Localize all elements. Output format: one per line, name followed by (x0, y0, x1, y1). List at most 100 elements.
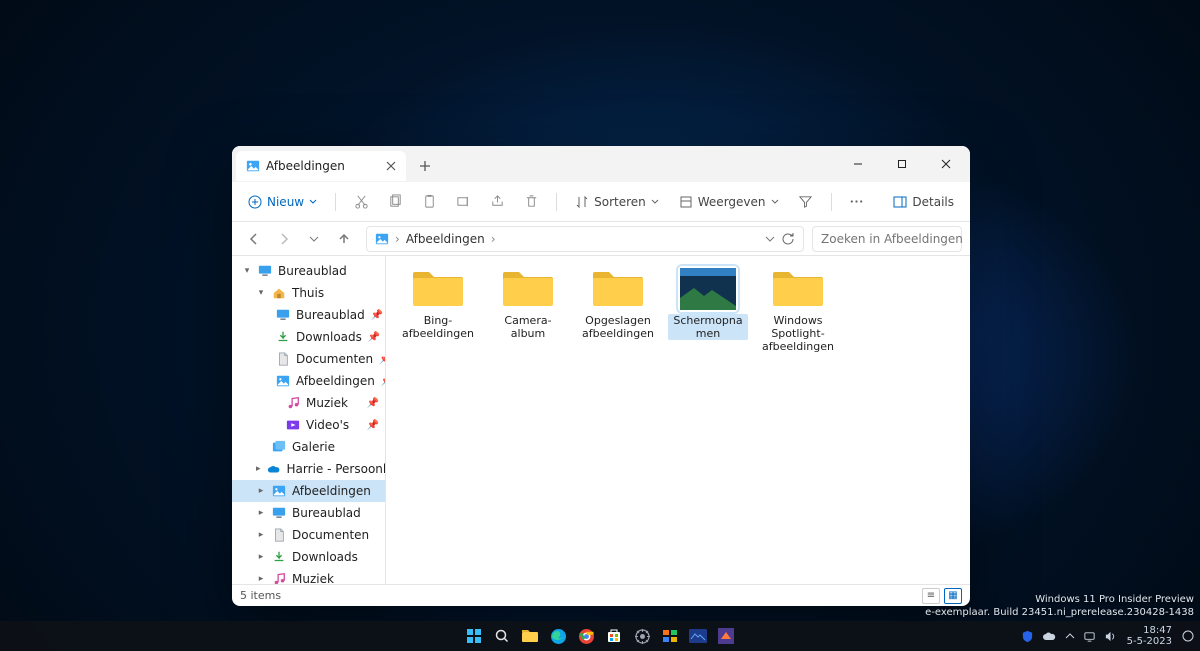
sidebar-item-downloads[interactable]: ▸Downloads (232, 546, 385, 568)
folder-item-windows-spotlight-afbeeldingen[interactable]: Windows Spotlight-afbeeldingen (758, 268, 838, 354)
security-tray-icon[interactable] (1021, 630, 1034, 643)
copy-icon[interactable] (380, 187, 410, 217)
toolbar-separator (831, 193, 832, 211)
clock-date: 5-5-2023 (1127, 636, 1172, 647)
desktop-icon (258, 264, 272, 278)
sidebar-item-bureaublad[interactable]: Bureaublad📌 (232, 304, 385, 326)
folder-name-label: Bing-afbeeldingen (398, 314, 478, 340)
sidebar-item-label: Bureaublad (278, 264, 347, 278)
navigation-sidebar[interactable]: ▾Bureaublad▾ThuisBureaublad📌Downloads📌Do… (232, 256, 386, 584)
folder-item-schermopnamen[interactable]: Schermopnamen (668, 268, 748, 354)
filter-icon[interactable] (791, 187, 821, 217)
sidebar-item-label: Bureaublad (296, 308, 365, 322)
chevron-down-icon (771, 198, 779, 206)
generic-app-icon[interactable] (659, 625, 681, 647)
volume-tray-icon[interactable] (1104, 630, 1117, 643)
share-icon[interactable] (482, 187, 512, 217)
taskbar[interactable]: 18:47 5-5-2023 (0, 621, 1200, 651)
cut-icon[interactable] (346, 187, 376, 217)
notifications-tray-icon[interactable] (1182, 630, 1194, 642)
view-button[interactable]: Weergeven (671, 187, 787, 217)
details-pane-icon (893, 195, 907, 209)
chevron-down-icon[interactable] (765, 234, 775, 244)
sidebar-item-label: Documenten (292, 528, 369, 542)
folder-item-opgeslagen-afbeeldingen[interactable]: Opgeslagen afbeeldingen (578, 268, 658, 354)
minimize-button[interactable] (836, 146, 880, 182)
search-input[interactable] (821, 232, 970, 246)
sidebar-item-afbeeldingen[interactable]: ▸Afbeeldingen (232, 480, 385, 502)
folder-name-label: Opgeslagen afbeeldingen (578, 314, 658, 340)
sidebar-item-video-s[interactable]: Video's📌 (232, 414, 385, 436)
recent-locations-button[interactable] (300, 225, 328, 253)
new-button[interactable]: Nieuw (240, 187, 325, 217)
refresh-icon[interactable] (781, 232, 795, 246)
maximize-button[interactable] (880, 146, 924, 182)
onedrive-tray-icon[interactable] (1042, 631, 1057, 642)
tab-active[interactable]: Afbeeldingen (236, 151, 406, 181)
content-pane[interactable]: Bing-afbeeldingen Camera-album Opgeslagen … (386, 256, 970, 584)
pin-icon: 📌 (367, 420, 379, 431)
sidebar-item-label: Downloads (296, 330, 362, 344)
nav-buttons (240, 225, 358, 253)
sidebar-item-muziek[interactable]: Muziek📌 (232, 392, 385, 414)
folder-icon (770, 268, 826, 310)
folder-item-bing-afbeeldingen[interactable]: Bing-afbeeldingen (398, 268, 478, 354)
store-app-icon[interactable] (603, 625, 625, 647)
generic-app-icon[interactable] (715, 625, 737, 647)
sort-button[interactable]: Sorteren (567, 187, 667, 217)
paste-icon[interactable] (414, 187, 444, 217)
sidebar-item-label: Bureaublad (292, 506, 361, 520)
music-icon (286, 396, 300, 410)
taskbar-clock[interactable]: 18:47 5-5-2023 (1127, 625, 1172, 647)
close-tab-icon[interactable] (384, 159, 398, 173)
up-button[interactable] (330, 225, 358, 253)
breadcrumb[interactable]: › Afbeeldingen › (366, 226, 804, 252)
search-taskbar-button[interactable] (491, 625, 513, 647)
rename-icon[interactable] (448, 187, 478, 217)
sidebar-item-label: Thuis (292, 286, 324, 300)
start-button[interactable] (463, 625, 485, 647)
tree-chevron-icon[interactable]: ▸ (256, 574, 266, 584)
tree-chevron-icon[interactable]: ▸ (256, 508, 266, 518)
details-button[interactable]: Details (885, 187, 962, 217)
search-box[interactable] (812, 226, 962, 252)
settings-app-icon[interactable] (631, 625, 653, 647)
gallery-icon (272, 440, 286, 454)
sidebar-item-bureaublad[interactable]: ▸ Bureaublad (232, 502, 385, 524)
tree-chevron-icon[interactable]: ▸ (256, 552, 266, 562)
tree-chevron-icon[interactable]: ▾ (256, 288, 266, 298)
delete-icon[interactable] (516, 187, 546, 217)
edge-app-icon[interactable] (547, 625, 569, 647)
pin-icon: 📌 (368, 332, 380, 343)
network-tray-icon[interactable] (1083, 630, 1096, 643)
forward-button[interactable] (270, 225, 298, 253)
chevron-down-icon (309, 198, 317, 206)
tree-chevron-icon[interactable]: ▸ (256, 530, 266, 540)
more-icon[interactable] (842, 187, 872, 217)
back-button[interactable] (240, 225, 268, 253)
sidebar-item-thuis[interactable]: ▾ Thuis (232, 282, 385, 304)
tree-chevron-icon[interactable]: ▾ (242, 266, 252, 276)
address-bar: › Afbeeldingen › (232, 222, 970, 256)
sidebar-item-muziek[interactable]: ▸Muziek (232, 568, 385, 584)
close-window-button[interactable] (924, 146, 968, 182)
sidebar-item-afbeeldingen[interactable]: Afbeeldingen📌 (232, 370, 385, 392)
desktop-background: Afbeeldingen Nieuw (0, 0, 1200, 651)
sidebar-item-harrie-persoonlijk[interactable]: ▸Harrie - Persoonlijk (232, 458, 385, 480)
sort-button-label: Sorteren (594, 195, 646, 209)
tree-chevron-icon[interactable]: ▸ (256, 486, 266, 496)
sidebar-item-galerie[interactable]: Galerie (232, 436, 385, 458)
folder-item-camera-album[interactable]: Camera-album (488, 268, 568, 354)
sidebar-item-downloads[interactable]: Downloads 📌 (232, 326, 385, 348)
chevron-up-tray-icon[interactable] (1065, 631, 1075, 641)
pictures-icon (375, 232, 389, 246)
new-tab-button[interactable] (410, 151, 440, 181)
generic-app-icon[interactable] (687, 625, 709, 647)
command-toolbar: Nieuw Sorteren Weergeven (232, 182, 970, 222)
sidebar-item-bureaublad[interactable]: ▾ Bureaublad (232, 260, 385, 282)
file-explorer-app-icon[interactable] (519, 625, 541, 647)
sidebar-item-documenten[interactable]: Documenten📌 (232, 348, 385, 370)
chrome-app-icon[interactable] (575, 625, 597, 647)
tree-chevron-icon[interactable]: ▸ (256, 464, 261, 474)
sidebar-item-documenten[interactable]: ▸ Documenten (232, 524, 385, 546)
